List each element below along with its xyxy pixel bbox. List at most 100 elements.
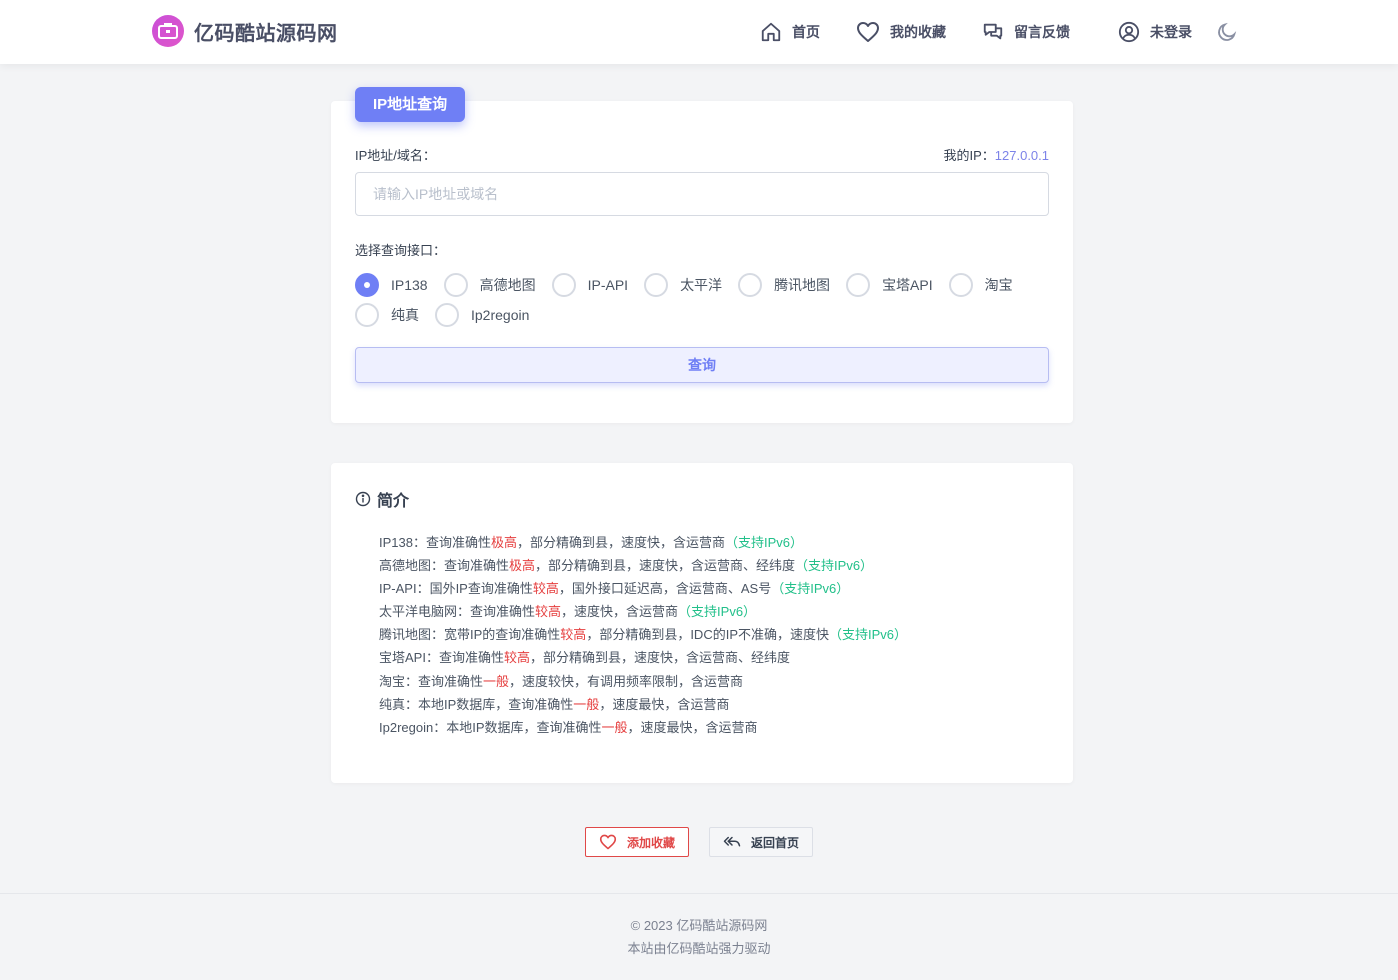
user-circle-icon	[1118, 21, 1140, 43]
accuracy-level: 极高	[490, 535, 517, 550]
ipv6-tag: （支持IPv6）	[725, 535, 804, 550]
intro-line: 宝塔API：查询准确性较高，部分精确到县，速度快，含运营商、经纬度	[379, 646, 907, 669]
theme-toggle[interactable]	[1216, 21, 1238, 43]
radio-circle[interactable]	[738, 273, 763, 297]
nav-favorites[interactable]: 我的收藏	[856, 21, 946, 43]
accuracy-level: 极高	[509, 558, 536, 574]
my-ip: 我的IP：127.0.0.1	[943, 145, 1049, 164]
accuracy-level: 一般	[483, 673, 510, 689]
nav-feedback[interactable]: 留言反馈	[982, 21, 1070, 43]
radio-tencent-map[interactable]: 腾讯地图	[738, 273, 830, 297]
radio-circle[interactable]	[435, 303, 459, 327]
radio-baota-api[interactable]: 宝塔API	[846, 273, 933, 297]
nav-login[interactable]: 未登录	[1118, 21, 1192, 43]
radio-ip138[interactable]: IP138	[355, 273, 428, 297]
ipv6-tag: （支持IPv6）	[795, 558, 874, 574]
intro-line: IP138：查询准确性极高，部分精确到县，速度快，含运营商（支持IPv6）	[379, 531, 907, 554]
intro-text: IP-API：国外IP查询准确性	[379, 581, 533, 597]
radio-qqwry[interactable]: 纯真	[355, 303, 419, 327]
ip-input[interactable]	[355, 172, 1049, 216]
my-ip-value[interactable]: 127.0.0.1	[995, 148, 1049, 163]
radio-circle[interactable]	[355, 303, 379, 327]
radio-label: IP138	[391, 277, 428, 293]
accuracy-level: 较高	[503, 650, 530, 666]
back-home-label: 返回首页	[751, 835, 800, 850]
card-badge: IP地址查询	[355, 87, 466, 122]
radio-circle[interactable]	[551, 273, 576, 297]
radio-taobao[interactable]: 淘宝	[948, 273, 1013, 297]
back-home-button[interactable]: 返回首页	[709, 827, 814, 857]
radio-amap[interactable]: 高德地图	[443, 273, 536, 297]
accuracy-level: 较高	[560, 627, 587, 643]
radio-label: IP-API	[587, 277, 629, 293]
radio-circle[interactable]	[355, 273, 379, 297]
reply-all-icon	[723, 836, 741, 847]
intro-text: 太平洋电脑网：查询准确性	[379, 604, 536, 620]
intro-title: 简介	[355, 487, 409, 511]
radio-label: 腾讯地图	[774, 277, 831, 293]
nav-feedback-label: 留言反馈	[1014, 24, 1070, 40]
intro-line: Ip2regoin：本地IP数据库，查询准确性一般，速度最快，含运营商	[379, 716, 907, 739]
moon-icon	[1218, 22, 1237, 41]
api-radio-group: IP138 高德地图 IP-API 太平洋 腾讯地图 宝塔API 淘宝 纯真 I…	[355, 272, 1055, 328]
info-icon	[355, 491, 371, 507]
add-favorite-label: 添加收藏	[626, 835, 675, 850]
ip-field-label: IP地址/域名：	[355, 148, 436, 163]
query-button[interactable]: 查询	[355, 347, 1049, 383]
accuracy-level: 较高	[532, 581, 559, 597]
intro-text: 纯真：本地IP数据库，查询准确性	[379, 696, 574, 712]
accuracy-level: 较高	[535, 604, 562, 620]
briefcase-logo-icon	[152, 15, 184, 47]
brand-name: 亿码酷站源码网	[194, 22, 338, 45]
intro-text: Ip2regoin：本地IP数据库，查询准确性	[379, 719, 602, 735]
radio-circle[interactable]	[443, 273, 468, 297]
intro-text: ，部分精确到县，速度快，含运营商、经纬度	[535, 558, 796, 574]
intro-line: 太平洋电脑网：查询准确性较高，速度快，含运营商（支持IPv6）	[379, 600, 907, 623]
intro-text: ，部分精确到县，速度快，含运营商	[517, 535, 726, 550]
heart-icon	[857, 22, 879, 42]
main-nav: 首页 我的收藏 留言反馈 未登录	[760, 18, 1238, 46]
top-navbar: 亿码酷站源码网 首页 我的收藏 留言反馈 未登录	[0, 0, 1398, 64]
intro-line: 纯真：本地IP数据库，查询准确性一般，速度最快，含运营商	[379, 693, 907, 716]
nav-favorites-label: 我的收藏	[890, 24, 946, 40]
ipv6-tag: （支持IPv6）	[828, 627, 907, 643]
radio-label: 高德地图	[479, 277, 536, 293]
heart-icon	[599, 834, 617, 850]
radio-circle[interactable]	[948, 273, 973, 297]
intro-text: 淘宝：查询准确性	[379, 673, 484, 689]
footer-copyright: © 2023 亿码酷站源码网	[630, 918, 768, 933]
accuracy-level: 一般	[601, 719, 628, 735]
brand[interactable]: 亿码酷站源码网	[152, 15, 338, 47]
intro-text: 宝塔API：查询准确性	[379, 650, 504, 666]
action-bar: 添加收藏 返回首页	[0, 827, 1398, 857]
ipv6-tag: （支持IPv6）	[678, 604, 757, 620]
intro-title-text: 简介	[377, 493, 410, 510]
radio-ip-api[interactable]: IP-API	[551, 273, 629, 297]
intro-text: ，速度快，含运营商	[561, 604, 679, 620]
radio-label: Ip2regoin	[471, 307, 530, 323]
radio-label: 宝塔API	[882, 277, 933, 293]
intro-text: 高德地图：查询准确性	[379, 558, 510, 574]
intro-card: 简介 IP138：查询准确性极高，部分精确到县，速度快，含运营商（支持IPv6）…	[331, 463, 1073, 783]
radio-circle[interactable]	[644, 273, 669, 297]
intro-text: IP138：查询准确性	[379, 535, 491, 550]
intro-text: ，部分精确到县，IDC的IP不准确，速度快	[586, 627, 829, 643]
intro-text: ，国外接口延迟高，含运营商、AS号	[558, 581, 772, 597]
nav-home-label: 首页	[792, 24, 820, 40]
intro-text: ，部分精确到县，速度快，含运营商、经纬度	[529, 650, 790, 666]
radio-circle[interactable]	[846, 273, 871, 297]
nav-home[interactable]: 首页	[760, 21, 820, 43]
radio-label: 纯真	[391, 307, 419, 323]
ipv6-tag: （支持IPv6）	[771, 581, 850, 597]
intro-text: ，速度较快，有调用频率限制，含运营商	[509, 673, 744, 689]
nav-login-label: 未登录	[1150, 24, 1192, 40]
intro-text: ，速度最快，含运营商	[627, 719, 758, 735]
home-icon	[761, 22, 781, 42]
intro-list: IP138：查询准确性极高，部分精确到县，速度快，含运营商（支持IPv6） 高德…	[379, 531, 907, 739]
footer: © 2023 亿码酷站源码网 本站由亿码酷站强力驱动	[0, 893, 1398, 980]
add-favorite-button[interactable]: 添加收藏	[584, 827, 689, 857]
chat-icon	[983, 23, 1003, 40]
radio-ip2region[interactable]: Ip2regoin	[435, 303, 529, 327]
intro-line: 高德地图：查询准确性极高，部分精确到县，速度快，含运营商、经纬度（支持IPv6）	[379, 554, 907, 577]
radio-pconline[interactable]: 太平洋	[644, 273, 722, 297]
